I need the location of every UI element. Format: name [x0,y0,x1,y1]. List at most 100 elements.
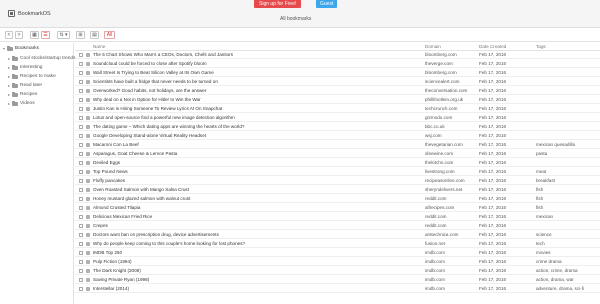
bookmark-title[interactable]: Macaroni Con La Beef [93,142,413,147]
row-checkbox[interactable] [79,52,83,57]
bookmark-title[interactable]: Saving Private Ryan (1998) [93,277,413,282]
column-header-domain[interactable]: Domain [425,44,441,49]
table-row[interactable]: Google Developing Stand-alone Virtual Re… [75,132,600,140]
table-row[interactable]: Overworked? Good habits, not holidays, a… [75,87,600,95]
column-header-name[interactable]: Name [93,44,105,49]
bookmark-title[interactable]: Scientists have built a fridge that neve… [93,79,413,84]
row-checkbox[interactable] [79,241,83,246]
row-checkbox[interactable] [79,106,83,111]
row-checkbox[interactable] [79,250,83,255]
bookmark-title[interactable]: Doctors want ban on prescription drug, d… [93,232,413,237]
caret-right-icon[interactable]: ▸ [8,92,10,97]
bookmark-title[interactable]: Fluffy pancakes [93,178,413,183]
table-row[interactable]: The 5 Chart Shows Who Man's a CEOs, Doct… [75,51,600,59]
all-button[interactable]: All [104,31,115,39]
bookmark-title[interactable]: Interstellar (2014) [93,286,413,291]
caret-right-icon[interactable]: ▸ [8,65,10,70]
bookmark-title[interactable]: Asparagus, Goat Cheese & Lemon Pasta [93,151,413,156]
table-row[interactable]: Delicious Mexican Fried Rice reddit.com Fe… [75,213,600,221]
table-row[interactable]: Why do people keep coming to this couple… [75,240,600,248]
bookmark-title[interactable]: Honey mustard glazed salmon with walnut … [93,196,413,201]
bookmark-title[interactable]: Oven Roasted Salmon with Mango Salsa Cru… [93,187,413,192]
sidebar-item-videos[interactable]: ▸ Videos [8,100,35,106]
row-checkbox[interactable] [79,268,83,273]
bookmark-title[interactable]: IMDB Top 250 [93,250,413,255]
row-checkbox[interactable] [79,178,83,183]
back-button[interactable]: < [5,31,13,39]
view-options-button[interactable]: ▤ [90,31,99,39]
table-row[interactable]: Fluffy pancakes recipeasonline.com Feb 17,… [75,177,600,185]
table-row[interactable]: Why deal on a Not in Option for Hitler t… [75,96,600,104]
list-view-button[interactable]: ☰ [41,31,50,39]
row-checkbox[interactable] [79,187,83,192]
row-checkbox[interactable] [79,259,83,264]
caret-right-icon[interactable]: ▸ [8,101,10,106]
table-row[interactable]: Wall Street Is Trying to Beat Silicon Va… [75,69,600,77]
row-checkbox[interactable] [79,223,83,228]
table-row[interactable]: Almond Crusted Tilapia allrecipes.com Feb … [75,204,600,212]
bookmark-title[interactable]: Delicious Mexican Fried Rice [93,214,413,219]
table-row[interactable]: Doctors want ban on prescription drug, d… [75,231,600,239]
table-row[interactable]: The dating game – Which dating apps are … [75,123,600,131]
table-row[interactable]: Justin Kan is Hiring Someone To Review L… [75,105,600,113]
guest-button[interactable]: Guest [316,0,338,8]
bookmark-title[interactable]: The dating game – Which dating apps are … [93,124,413,129]
bookmark-title[interactable]: Overworked? Good habits, not holidays, a… [93,88,413,93]
table-row[interactable]: The Dark Knight (2008) imdb.com Feb 17, 20… [75,267,600,275]
caret-right-icon[interactable]: ▸ [8,74,10,79]
bookmark-title[interactable]: Wall Street Is Trying to Beat Silicon Va… [93,70,413,75]
table-row[interactable]: Crepes reddit.com Feb 17, 2016 [75,222,600,230]
row-checkbox[interactable] [79,115,83,120]
forward-button[interactable]: > [15,31,23,39]
bookmark-title[interactable]: Soundcloud could be forced to close afte… [93,61,413,66]
row-checkbox[interactable] [79,169,83,174]
bookmark-title[interactable]: Lotus and open-source find a powerful ne… [93,115,413,120]
table-row[interactable]: Top Pound News livestrong.com Feb 17, 2016… [75,168,600,176]
sidebar-item-recipes-to-make[interactable]: ▸ Recipes to make [8,73,56,79]
app-title[interactable]: BookmarkOS [8,10,51,17]
row-checkbox[interactable] [79,151,83,156]
row-checkbox[interactable] [79,142,83,147]
table-row[interactable]: Soundcloud could be forced to close afte… [75,60,600,68]
table-row[interactable]: Honey mustard glazed salmon with walnut … [75,195,600,203]
caret-down-icon[interactable]: ▾ [3,46,5,51]
bookmark-title[interactable]: Almond Crusted Tilapia [93,205,413,210]
row-checkbox[interactable] [79,97,83,102]
sidebar-item-read-later[interactable]: ▸ Read later [8,82,42,88]
bookmark-title[interactable]: Pulp Fiction (1994) [93,259,413,264]
row-checkbox[interactable] [79,160,83,165]
row-checkbox[interactable] [79,61,83,66]
table-row[interactable]: Deviled Eggs thekitchn.com Feb 17, 2016 [75,159,600,167]
sort-button[interactable]: ⇅ ▾ [57,31,70,39]
row-checkbox[interactable] [79,214,83,219]
column-header-tags[interactable]: Tags [536,44,546,49]
row-checkbox[interactable] [79,88,83,93]
signup-button[interactable]: Sign up for Free! [254,0,302,8]
bookmark-title[interactable]: The Dark Knight (2008) [93,268,413,273]
table-row[interactable]: Macaroni Con La Beef thevegetarian.com Feb… [75,141,600,149]
table-row[interactable]: Scientists have built a fridge that neve… [75,78,600,86]
bookmark-title[interactable]: Why do people keep coming to this couple… [93,241,413,246]
sidebar-item-cool-stocks[interactable]: ▸ Cool stocks/startup trends [8,55,75,61]
bookmark-title[interactable]: Why deal on a Not in Option for Hitler t… [93,97,413,102]
grid-view-button[interactable]: ▦ [30,31,39,39]
bookmark-title[interactable]: Justin Kan is Hiring Someone To Review L… [93,106,413,111]
bookmark-title[interactable]: Deviled Eggs [93,160,413,165]
filter-button[interactable]: ⊞ [76,31,85,39]
bookmark-title[interactable]: Google Developing Stand-alone Virtual Re… [93,133,413,138]
bookmark-title[interactable]: Top Pound News [93,169,413,174]
table-row[interactable]: Pulp Fiction (1994) imdb.com Feb 17, 2016 c… [75,258,600,266]
row-checkbox[interactable] [79,205,83,210]
bookmark-title[interactable]: The 5 Chart Shows Who Man's a CEOs, Doct… [93,52,413,57]
row-checkbox[interactable] [79,79,83,84]
row-checkbox[interactable] [79,70,83,75]
table-row[interactable]: Interstellar (2014) imdb.com Feb 17, 2016 a… [75,285,600,293]
row-checkbox[interactable] [79,133,83,138]
sidebar-item-interesting[interactable]: ▸ Interesting [8,64,42,70]
table-row[interactable]: IMDB Top 250 imdb.com Feb 17, 2016 movies [75,249,600,257]
table-row[interactable]: Oven Roasted Salmon with Mango Salsa Cru… [75,186,600,194]
table-row[interactable]: Asparagus, Goat Cheese & Lemon Pasta dine… [75,150,600,158]
bookmark-title[interactable]: Crepes [93,223,413,228]
row-checkbox[interactable] [79,277,83,282]
row-checkbox[interactable] [79,124,83,129]
